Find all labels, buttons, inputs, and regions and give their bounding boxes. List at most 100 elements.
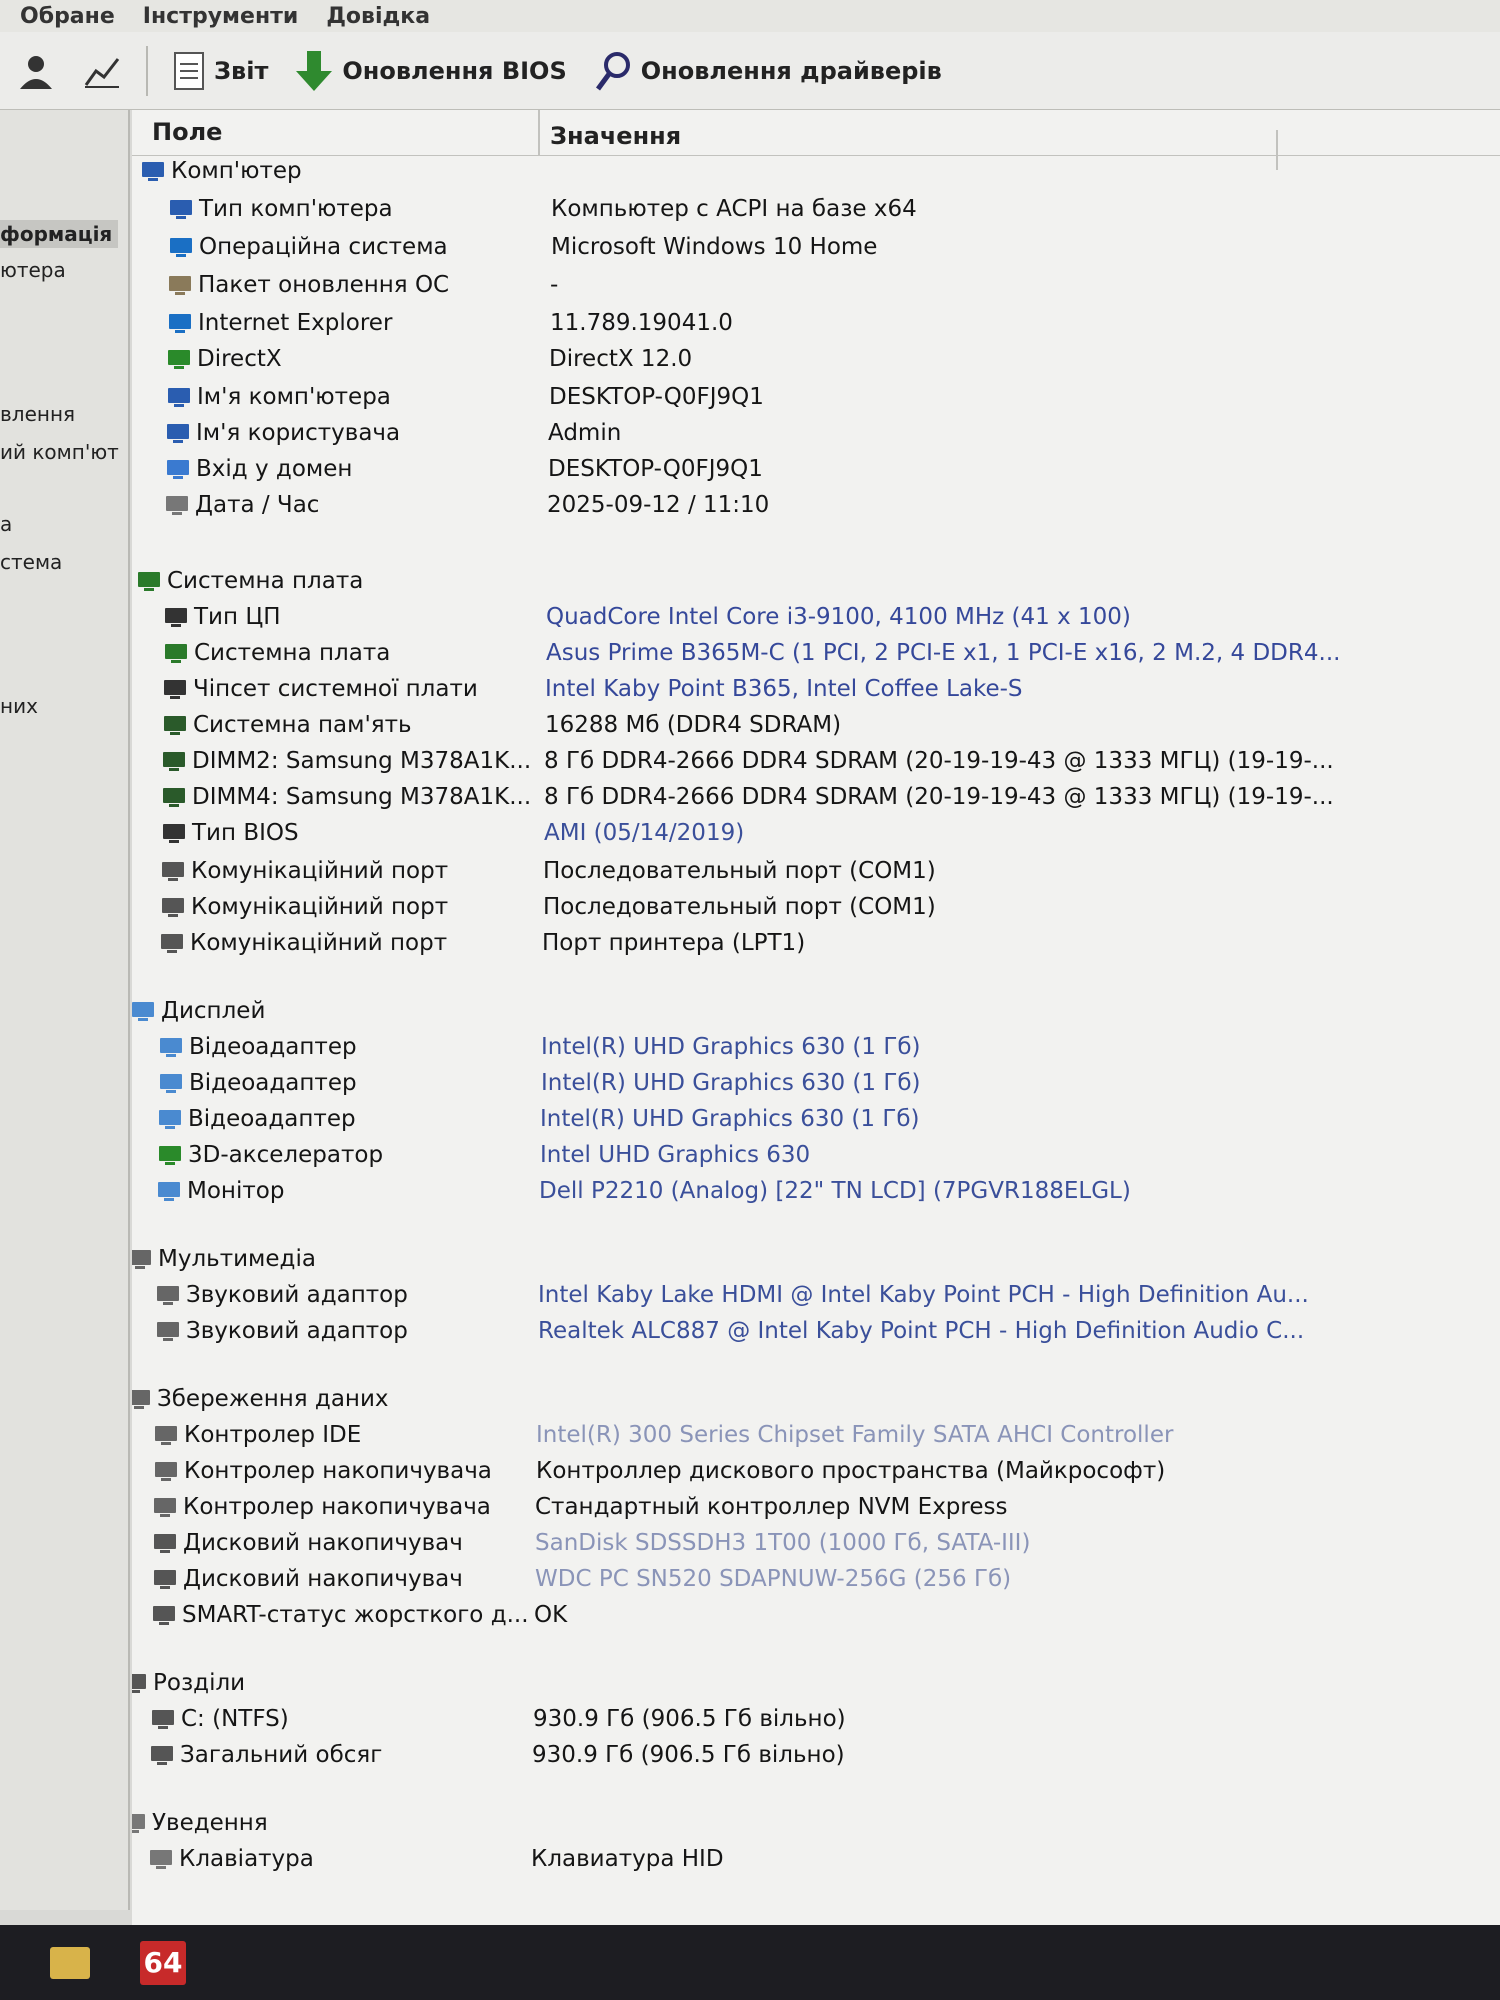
table-row[interactable]: DIMM2: Samsung M378A1K... 8 Гб DDR4-2666 … <box>132 744 1500 780</box>
sidebar-item-info[interactable]: формація <box>0 220 118 248</box>
ide-icon <box>152 1422 180 1448</box>
field-label: Тип BIOS <box>192 820 299 846</box>
bios-update-button[interactable]: Оновлення BIOS <box>286 45 574 97</box>
memory-icon <box>160 784 188 810</box>
table-row[interactable]: Вхід у домен DESKTOP-Q0FJ9Q1 <box>132 452 1500 488</box>
bios-icon <box>160 820 188 846</box>
directx-icon <box>156 1142 184 1168</box>
table-row[interactable]: Операційна система Microsoft Windows 10 H… <box>132 230 1500 266</box>
tree-group-row[interactable]: Мультимедіа <box>132 1242 1500 1278</box>
field-label: Дисковий накопичувач <box>183 1530 463 1556</box>
menu-favorites[interactable]: Обране <box>20 4 115 29</box>
table-row[interactable]: Контролер накопичувача Стандартный контро… <box>132 1490 1500 1526</box>
tree-group-row[interactable]: Дисплей <box>132 994 1500 1030</box>
field-label: Дисковий накопичувач <box>183 1566 463 1592</box>
column-value-header[interactable]: Значення <box>550 122 681 150</box>
tree-group-row[interactable]: Системна плата <box>132 564 1500 600</box>
table-row[interactable]: Дисковий накопичувач SanDisk SDSSDH3 1T00… <box>132 1526 1500 1562</box>
table-row[interactable]: Звуковий адаптор Intel Kaby Lake HDMI @ I… <box>132 1278 1500 1314</box>
table-row[interactable]: SMART-статус жорсткого д... OK <box>132 1598 1500 1634</box>
table-row[interactable]: Ім'я користувача Admin <box>132 416 1500 452</box>
directx-icon <box>165 346 193 372</box>
sidebar-item-computer[interactable]: ютера <box>0 258 66 282</box>
field-label: Відеоадаптер <box>189 1034 357 1060</box>
tree-group-row[interactable]: Розділи <box>132 1666 1500 1702</box>
table-row[interactable]: Дисковий накопичувач WDC PC SN520 SDAPNUW… <box>132 1562 1500 1598</box>
search-icon <box>595 51 630 90</box>
sidebar-item-my-computer[interactable]: ий комп'ют <box>0 440 119 464</box>
cpu-icon <box>162 604 190 630</box>
field-value: Microsoft Windows 10 Home <box>551 234 878 260</box>
field-value: DirectX 12.0 <box>549 346 693 372</box>
field-label: DIMM2: Samsung M378A1K... <box>192 748 532 774</box>
field-label: Дисплей <box>161 998 266 1024</box>
table-row[interactable]: C: (NTFS) 930.9 Гб (906.5 Гб вільно) <box>132 1702 1500 1738</box>
input-icon <box>132 1810 148 1836</box>
table-row[interactable]: 3D-акселератор Intel UHD Graphics 630 <box>132 1138 1500 1174</box>
menu-help[interactable]: Довідка <box>326 4 430 29</box>
user-button[interactable] <box>8 47 64 95</box>
sidebar-item-system[interactable]: стема <box>0 550 62 574</box>
port-icon <box>159 894 187 920</box>
report-button[interactable]: Звіт <box>164 46 276 96</box>
column-field-header[interactable]: Поле <box>152 118 222 146</box>
table-row[interactable]: Системна пам'ять 16288 Мб (DDR4 SDRAM) <box>132 708 1500 744</box>
table-row[interactable]: DirectX DirectX 12.0 <box>132 342 1500 378</box>
table-row[interactable]: Монітор Dell P2210 (Analog) [22" TN LCD] … <box>132 1174 1500 1210</box>
field-value: WDC PC SN520 SDAPNUW-256G (256 Гб) <box>535 1566 1012 1592</box>
table-row[interactable]: Комунікаційний порт Последовательный порт… <box>132 854 1500 890</box>
table-row[interactable]: Відеоадаптер Intel(R) UHD Graphics 630 (1… <box>132 1066 1500 1102</box>
sidebar-item-update[interactable]: влення <box>0 402 75 426</box>
table-row[interactable]: Чіпсет системної плати Intel Kaby Point B… <box>132 672 1500 708</box>
tree-group-row[interactable]: Збереження даних <box>132 1382 1500 1418</box>
disk-icon <box>151 1530 179 1556</box>
column-divider[interactable] <box>538 110 540 156</box>
memory-icon <box>160 748 188 774</box>
partition-icon <box>149 1706 177 1732</box>
tree-group-row[interactable]: Комп'ютер <box>132 154 1500 190</box>
aida64-taskbar-icon[interactable]: 64 <box>140 1940 186 1985</box>
field-label: Контролер накопичувача <box>183 1494 491 1520</box>
field-label: Вхід у домен <box>196 456 353 482</box>
keyboard-icon <box>147 1846 175 1872</box>
table-row[interactable]: Комунікаційний порт Порт принтера (LPT1) <box>132 926 1500 962</box>
disk-icon <box>151 1566 179 1592</box>
display-icon <box>157 1034 185 1060</box>
table-row[interactable]: Дата / Час 2025-09-12 / 11:10 <box>132 488 1500 524</box>
chart-button[interactable] <box>74 47 130 95</box>
field-label: Операційна система <box>199 234 448 260</box>
table-row[interactable]: Контролер IDE Intel(R) 300 Series Chipset… <box>132 1418 1500 1454</box>
field-label: Internet Explorer <box>198 310 393 336</box>
table-row[interactable]: Тип BIOS AMI (05/14/2019) <box>132 816 1500 852</box>
table-row[interactable]: Відеоадаптер Intel(R) UHD Graphics 630 (1… <box>132 1030 1500 1066</box>
field-value: Порт принтера (LPT1) <box>542 930 806 956</box>
motherboard-icon <box>135 568 163 594</box>
field-label: Системна пам'ять <box>193 712 412 738</box>
table-row[interactable]: Пакет оновлення ОС - <box>132 268 1500 304</box>
field-value: 16288 Мб (DDR4 SDRAM) <box>545 712 842 738</box>
sidebar-item-a[interactable]: а <box>0 512 12 536</box>
driver-update-button[interactable]: Оновлення драйверів <box>585 45 950 97</box>
field-label: Комунікаційний порт <box>191 894 449 920</box>
table-row[interactable]: Комунікаційний порт Последовательный порт… <box>132 890 1500 926</box>
memory-icon <box>161 712 189 738</box>
table-row[interactable]: Системна плата Asus Prime B365M-C (1 PCI,… <box>132 636 1500 672</box>
table-row[interactable]: Ім'я комп'ютера DESKTOP-Q0FJ9Q1 <box>132 380 1500 416</box>
table-row[interactable]: Відеоадаптер Intel(R) UHD Graphics 630 (1… <box>132 1102 1500 1138</box>
sidebar: формація ютера влення ий комп'ют а стема… <box>0 110 130 1910</box>
table-row[interactable]: Загальний обсяг 930.9 Гб (906.5 Гб вільно… <box>132 1738 1500 1774</box>
tree-group-row[interactable]: Уведення <box>132 1806 1500 1842</box>
field-label: Монітор <box>187 1178 285 1204</box>
field-label: Комп'ютер <box>171 158 302 184</box>
table-row[interactable]: DIMM4: Samsung M378A1K... 8 Гб DDR4-2666 … <box>132 780 1500 816</box>
table-row[interactable]: Тип комп'ютера Компьютер с ACPI на базе x… <box>132 192 1500 228</box>
table-row[interactable]: Контролер накопичувача Контроллер дисково… <box>132 1454 1500 1490</box>
menu-tools[interactable]: Інструменти <box>143 4 299 29</box>
table-row[interactable]: Звуковий адаптор Realtek ALC887 @ Intel K… <box>132 1314 1500 1350</box>
field-label: DirectX <box>197 346 282 372</box>
table-row[interactable]: Тип ЦП QuadCore Intel Core i3-9100, 4100 … <box>132 600 1500 636</box>
table-row[interactable]: Клавіатура Клавиатура HID <box>132 1842 1500 1878</box>
sidebar-item-data[interactable]: них <box>0 694 38 718</box>
table-row[interactable]: Internet Explorer 11.789.19041.0 <box>132 306 1500 342</box>
folder-icon[interactable] <box>50 1946 90 1979</box>
